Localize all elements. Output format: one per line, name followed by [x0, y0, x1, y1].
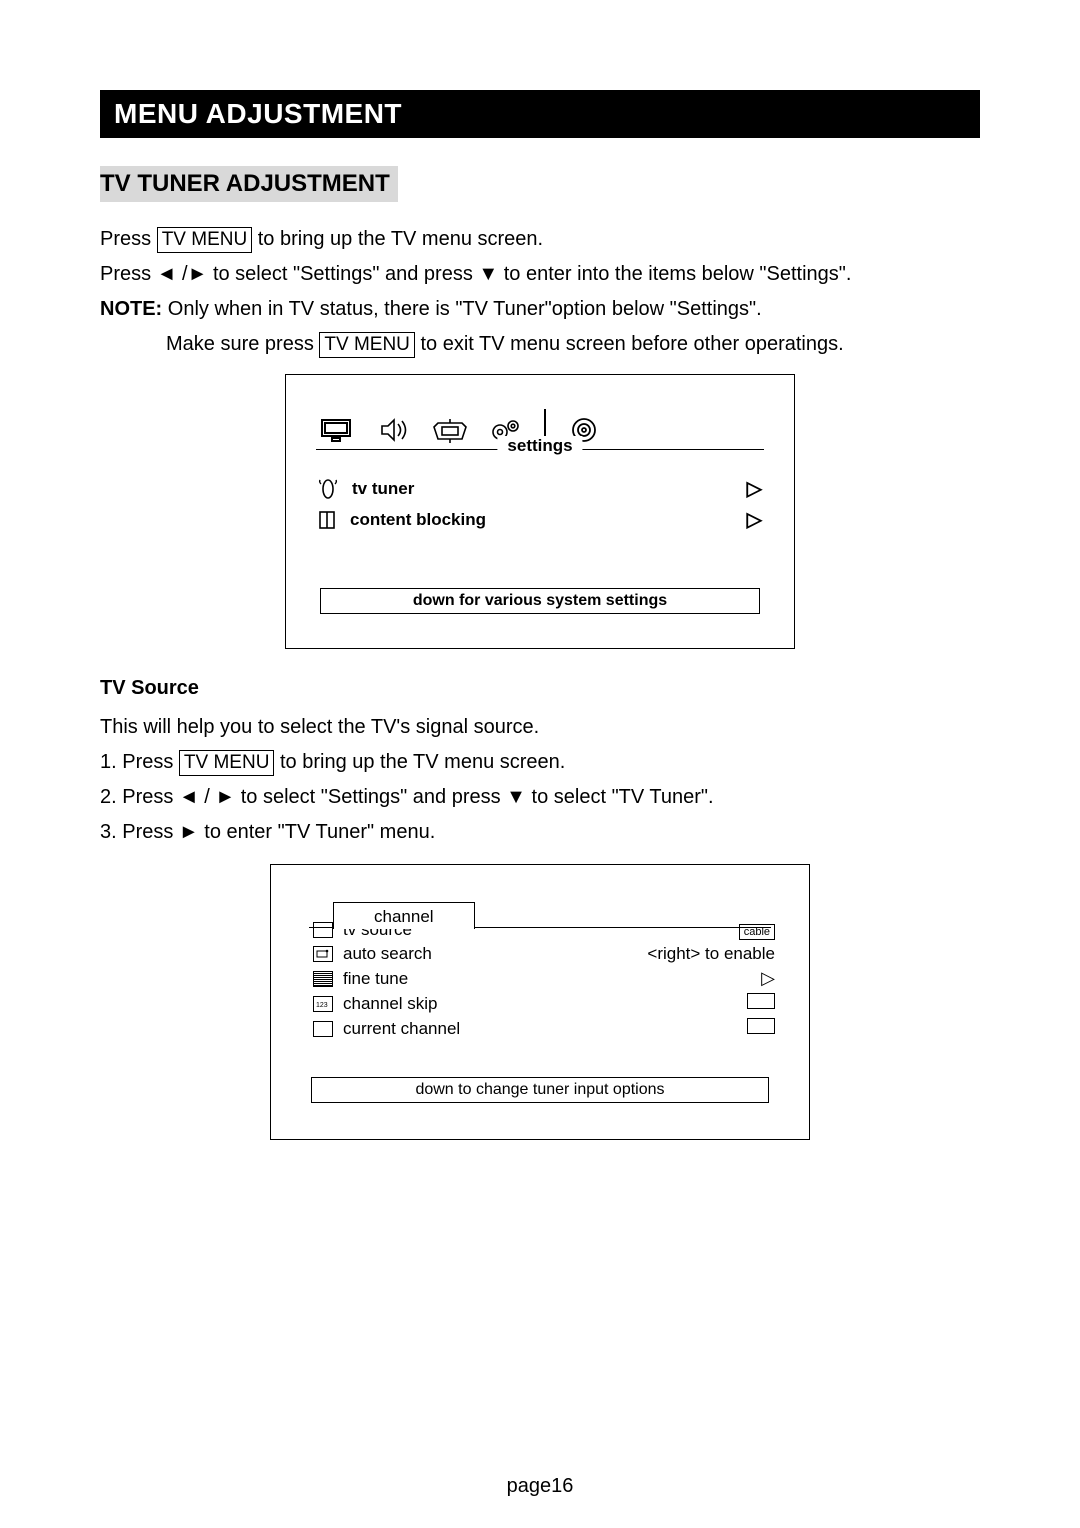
skip-icon: 123	[313, 996, 333, 1012]
speaker-icon	[376, 415, 412, 445]
intro-text: to exit TV menu screen before other oper…	[420, 333, 843, 355]
row-value	[747, 1018, 775, 1039]
tv-menu-key: TV MENU	[319, 332, 415, 358]
intro-text: Press	[100, 228, 157, 250]
intro-text: to bring up the TV menu screen.	[258, 228, 543, 250]
intro-text: Make sure press	[166, 333, 319, 355]
step-text: 1. Press	[100, 751, 179, 773]
tab-label-settings: settings	[497, 436, 582, 456]
settings-hint: down for various system settings	[320, 588, 760, 614]
svg-text:123: 123	[316, 1002, 328, 1009]
row-current-channel[interactable]: current channel	[313, 1018, 775, 1039]
tuner-icon	[318, 478, 338, 500]
channel-menu-screenshot: channel tv source cable auto search <rig…	[270, 864, 810, 1140]
row-label: channel skip	[343, 994, 493, 1014]
intro-line-1: Press TV MENU to bring up the TV menu sc…	[100, 224, 980, 255]
block-icon	[318, 510, 336, 530]
empty-box-icon	[747, 993, 775, 1009]
menu-item-label: tv tuner	[352, 479, 414, 499]
note-label: NOTE:	[100, 298, 162, 320]
tv-source-heading: TV Source	[100, 677, 980, 700]
chevron-right-icon: ▷	[747, 507, 762, 532]
chevron-right-icon: ▷	[761, 968, 775, 989]
intro-line-3: Make sure press TV MENU to exit TV menu …	[100, 329, 980, 360]
empty-box-icon	[747, 1018, 775, 1034]
row-label: fine tune	[343, 969, 493, 989]
tv-source-lead: This will help you to select the TV's si…	[100, 712, 980, 743]
source-icon	[313, 922, 333, 938]
display-icon	[432, 415, 468, 445]
tv-source-step-1: 1. Press TV MENU to bring up the TV menu…	[100, 747, 980, 778]
page-title: MENU ADJUSTMENT	[114, 98, 402, 129]
section-heading: TV TUNER ADJUSTMENT	[100, 166, 398, 202]
tv-menu-key: TV MENU	[179, 750, 275, 776]
chevron-right-icon: ▷	[747, 476, 762, 501]
tune-icon	[313, 971, 333, 987]
intro-note-line: NOTE: Only when in TV status, there is "…	[100, 294, 980, 325]
tv-source-step-3: 3. Press ► to enter "TV Tuner" menu.	[100, 817, 980, 848]
row-channel-skip[interactable]: 123 channel skip	[313, 993, 775, 1014]
row-fine-tune[interactable]: fine tune ▷	[313, 968, 775, 989]
tab-label-channel: channel	[333, 902, 475, 929]
intro-line-2: Press ◄ /► to select "Settings" and pres…	[100, 259, 980, 290]
channel-menu-list: tv source cable auto search <right> to e…	[313, 920, 775, 1039]
settings-menu-list: tv tuner ▷ content blocking ▷	[318, 476, 762, 532]
channel-icon	[313, 1021, 333, 1037]
row-value: cable	[739, 920, 775, 940]
monitor-icon	[320, 415, 356, 445]
row-value	[747, 993, 775, 1014]
menu-item-tv-tuner[interactable]: tv tuner ▷	[318, 476, 762, 501]
menu-item-content-blocking[interactable]: content blocking ▷	[318, 507, 762, 532]
tv-menu-key: TV MENU	[157, 227, 253, 253]
note-text: Only when in TV status, there is "TV Tun…	[168, 298, 762, 320]
section-heading-wrap: TV TUNER ADJUSTMENT	[100, 166, 980, 202]
page-footer: page16	[0, 1475, 1080, 1498]
intro-block: Press TV MENU to bring up the TV menu sc…	[100, 224, 980, 360]
search-icon	[313, 946, 333, 962]
tab-underline: settings	[314, 449, 766, 450]
row-auto-search[interactable]: auto search <right> to enable	[313, 944, 775, 964]
settings-menu-screenshot: settings tv tuner ▷ content blocking ▷ d…	[285, 374, 795, 649]
row-label: auto search	[343, 944, 493, 964]
tv-source-step-2: 2. Press ◄ / ► to select "Settings" and …	[100, 782, 980, 813]
tv-source-body: This will help you to select the TV's si…	[100, 712, 980, 848]
channel-hint: down to change tuner input options	[311, 1077, 769, 1103]
step-text: to bring up the TV menu screen.	[280, 751, 565, 773]
row-value: <right> to enable	[647, 944, 775, 964]
menu-item-label: content blocking	[350, 510, 486, 530]
page-title-bar: MENU ADJUSTMENT	[100, 90, 980, 138]
row-label: current channel	[343, 1019, 493, 1039]
